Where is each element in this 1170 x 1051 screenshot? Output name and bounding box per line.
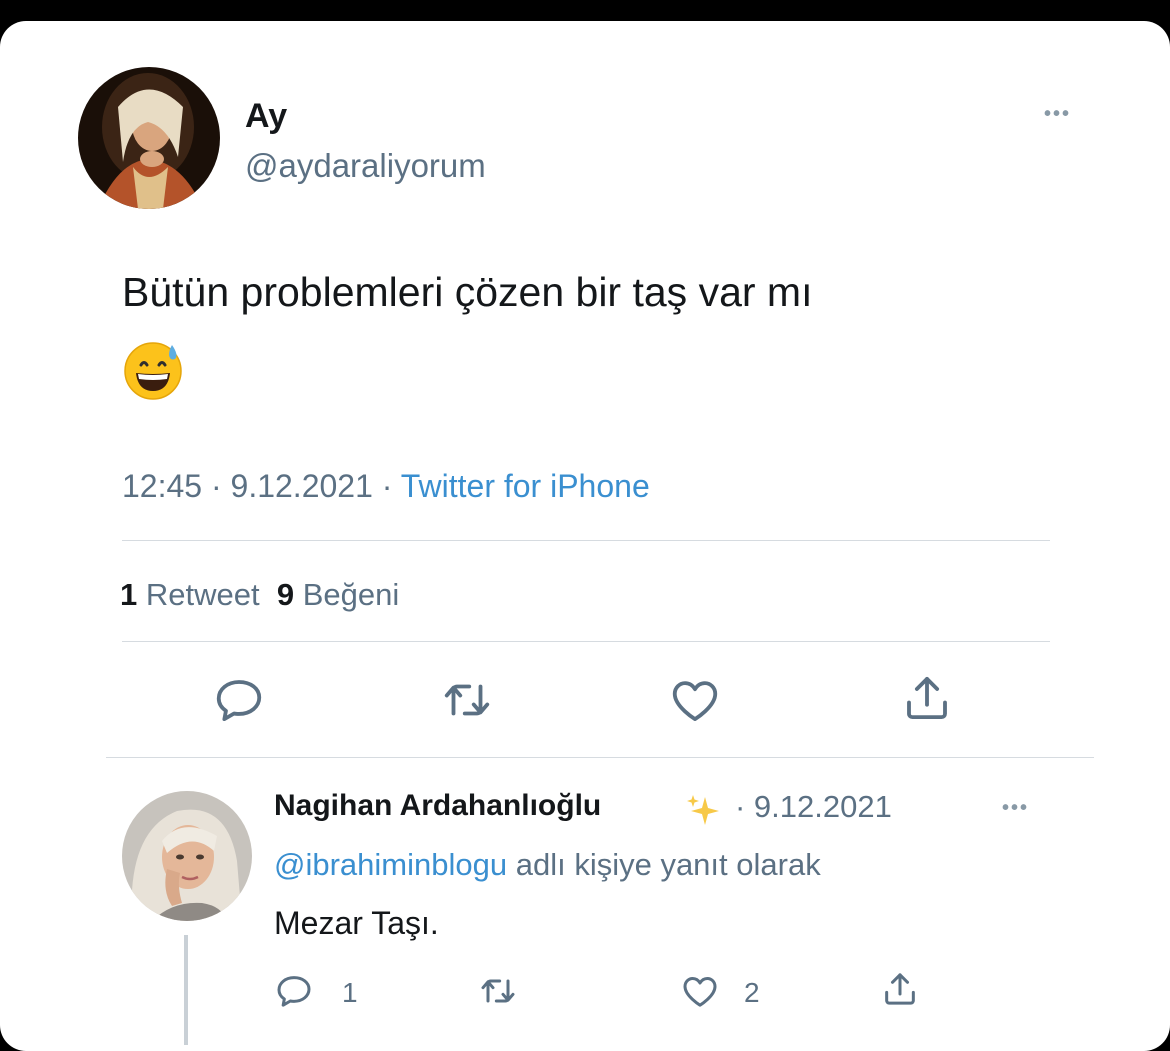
- sparkle-icon: [685, 791, 725, 831]
- reply-date[interactable]: · 9.12.2021: [735, 789, 892, 825]
- like-icon[interactable]: [680, 971, 720, 1011]
- retweet-label: Retweet: [145, 577, 260, 612]
- retweet-stat[interactable]: 1 Retweet: [120, 577, 260, 612]
- reply-count: 1: [342, 977, 358, 1008]
- reply-to-suffix: adlı kişiye yanıt olarak: [515, 847, 821, 882]
- more-icon[interactable]: •••: [1002, 797, 1029, 820]
- thread-line: [184, 935, 188, 1045]
- reply-author-name[interactable]: Nagihan Ardahanlıoğlu: [274, 789, 601, 823]
- tweet-source[interactable]: Twitter for iPhone: [401, 468, 650, 504]
- tweet-card: Ay @aydaraliyorum ••• Bütün problemleri …: [0, 21, 1170, 1051]
- reply-mention[interactable]: @ibrahiminblogu: [274, 847, 507, 882]
- divider: [122, 540, 1050, 541]
- retweet-count: 1: [120, 577, 138, 612]
- author-avatar[interactable]: [78, 67, 220, 209]
- reply-icon[interactable]: [274, 971, 314, 1011]
- retweet-icon[interactable]: [440, 673, 494, 727]
- like-icon[interactable]: [668, 673, 722, 727]
- reply-icon[interactable]: [212, 673, 266, 727]
- share-icon[interactable]: [880, 969, 920, 1009]
- tweet-stats: 1 Retweet 9 Beğeni: [120, 577, 399, 613]
- like-count: 2: [744, 977, 760, 1008]
- divider: [106, 757, 1094, 758]
- grinning-face-with-sweat-emoji: [122, 339, 184, 401]
- reply-author-avatar[interactable]: [122, 791, 252, 921]
- like-count: 9: [276, 577, 295, 612]
- meta-separator: ·: [372, 468, 401, 504]
- tweet-text: Bütün problemleri çözen bir taş var mı: [122, 269, 813, 315]
- tweet-date[interactable]: 9.12.2021: [231, 468, 373, 504]
- meta-separator: ·: [202, 468, 231, 504]
- share-icon[interactable]: [900, 671, 954, 725]
- tweet-meta: 12:45 · 9.12.2021 · Twitter for iPhone: [122, 468, 650, 505]
- author-name[interactable]: Ay: [245, 97, 287, 136]
- divider: [122, 641, 1050, 642]
- reply-text: Mezar Taşı.: [274, 905, 439, 941]
- retweet-icon[interactable]: [478, 971, 518, 1011]
- like-label: Beğeni: [302, 577, 400, 612]
- author-handle[interactable]: @aydaraliyorum: [245, 147, 486, 185]
- tweet-time: 12:45: [122, 468, 203, 504]
- like-stat[interactable]: 9 Beğeni: [277, 577, 399, 612]
- replying-to: @ibrahiminblogu adlı kişiye yanıt olarak: [274, 847, 821, 883]
- more-icon[interactable]: •••: [1044, 103, 1071, 126]
